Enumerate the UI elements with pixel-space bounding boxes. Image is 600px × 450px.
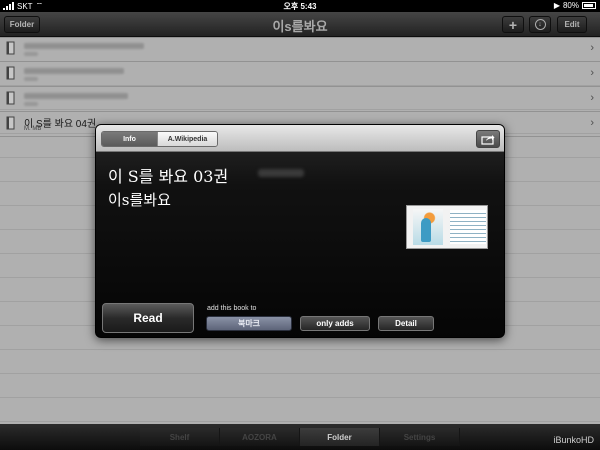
- status-time: 오후 5:43: [283, 2, 317, 11]
- tab-wikipedia[interactable]: A.Wikipedia: [157, 132, 217, 146]
- battery-percent: 80%: [562, 1, 579, 10]
- add-to-label: add this book to: [207, 305, 257, 312]
- tab-settings[interactable]: Settings: [380, 428, 460, 446]
- tab-info[interactable]: Info: [102, 132, 157, 146]
- book-info-modal: Info A.Wikipedia 이 S를 봐요 03권 이s를봐요 Read …: [95, 124, 505, 338]
- tab-group: Shelf AOZORA Folder Settings: [140, 428, 460, 446]
- book-title: 이 S를 봐요 03권: [108, 167, 229, 186]
- book-author: 이s를봐요: [108, 191, 171, 209]
- blurred-title-suffix: [258, 169, 304, 177]
- book-cover-image: [406, 205, 488, 249]
- read-button[interactable]: Read: [102, 303, 194, 333]
- play-icon: ▶: [553, 1, 560, 10]
- cover-page-text: [450, 210, 486, 244]
- tab-folder[interactable]: Folder: [300, 428, 380, 446]
- tab-bar: Shelf AOZORA Folder Settings iBunkoHD: [0, 424, 600, 450]
- battery-icon: [582, 2, 596, 9]
- info-segmented-control: Info A.Wikipedia: [101, 131, 218, 147]
- status-right: ▶ 80%: [554, 1, 596, 10]
- app-brand: iBunkoHD: [553, 435, 594, 445]
- cover-figure: [421, 218, 431, 242]
- detail-button[interactable]: Detail: [378, 316, 434, 331]
- status-bar: SKT ⌔ 오후 5:43 ▶ 80%: [0, 0, 600, 12]
- bookmark-button[interactable]: 북마크: [206, 316, 292, 331]
- tab-shelf[interactable]: Shelf: [140, 428, 220, 446]
- share-button[interactable]: [476, 130, 500, 148]
- share-icon: [481, 134, 495, 145]
- tab-aozora[interactable]: AOZORA: [220, 428, 300, 446]
- modal-toolbar: Info A.Wikipedia: [96, 125, 504, 152]
- only-adds-button[interactable]: only adds: [300, 316, 370, 331]
